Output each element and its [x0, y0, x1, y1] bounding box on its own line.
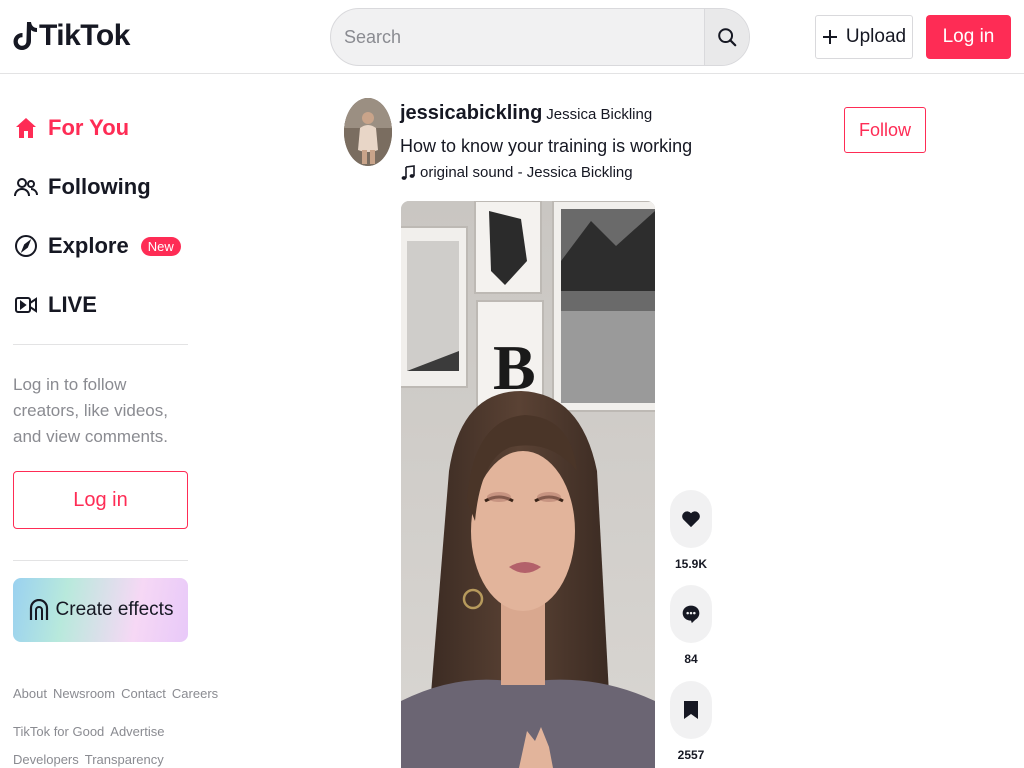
sound-label: original sound - Jessica Bickling	[420, 164, 633, 181]
tiktok-note-icon	[13, 22, 37, 50]
search-bar	[330, 8, 750, 66]
top-bar: TikTok Upload Log in	[0, 0, 1024, 74]
search-input[interactable]	[331, 9, 704, 65]
users-icon	[14, 175, 38, 199]
creator-name-row: jessicabickling Jessica Bickling	[400, 102, 652, 125]
footer-link[interactable]: TikTok for Good	[13, 724, 104, 739]
like-button[interactable]	[670, 490, 712, 548]
compass-icon	[14, 234, 38, 258]
nav-live[interactable]: LIVE	[14, 287, 97, 323]
tiktok-logo[interactable]: TikTok	[13, 16, 130, 56]
sidebar-divider	[13, 560, 188, 561]
sound-link[interactable]: original sound - Jessica Bickling	[401, 164, 633, 181]
footer-link[interactable]: Developers	[13, 752, 79, 767]
comment-button[interactable]	[670, 585, 712, 643]
save-button[interactable]	[670, 681, 712, 739]
creator-avatar[interactable]	[344, 98, 392, 166]
nav-explore-label: Explore	[48, 233, 129, 258]
comment-action: 84	[670, 585, 712, 666]
effects-icon	[29, 599, 48, 620]
new-badge: New	[140, 236, 181, 256]
search-button[interactable]	[705, 9, 749, 65]
follow-button[interactable]: Follow	[844, 107, 926, 153]
video-caption: How to know your training is working	[400, 136, 693, 156]
footer-links-row: Developers Transparency	[13, 752, 203, 767]
creator-nickname[interactable]: Jessica Bickling	[546, 106, 652, 123]
save-count: 2557	[677, 748, 705, 762]
sidebar-divider	[13, 344, 188, 345]
create-effects-button[interactable]: Create effects	[13, 578, 188, 642]
nav-for-you-label: For You	[48, 115, 130, 140]
video-frame: B	[401, 201, 655, 768]
footer-link[interactable]: Careers	[172, 686, 218, 701]
footer-link[interactable]: Advertise	[110, 724, 164, 739]
like-action: 15.9K	[670, 490, 712, 571]
heart-icon	[682, 511, 700, 528]
upload-label: Upload	[845, 26, 907, 47]
search-icon	[718, 28, 737, 47]
nav-live-label: LIVE	[48, 292, 97, 317]
login-hint: Log in to follow creators, like videos, …	[13, 375, 168, 446]
footer-link[interactable]: Contact	[121, 686, 166, 701]
save-action: 2557	[670, 681, 712, 762]
upload-button[interactable]: Upload	[815, 15, 913, 59]
plus-icon	[822, 30, 837, 44]
music-note-icon	[401, 164, 415, 180]
comment-icon	[682, 605, 700, 624]
footer-links-row: TikTok for Good Advertise	[13, 724, 203, 739]
home-icon	[14, 116, 38, 140]
bookmark-icon	[684, 701, 698, 719]
footer-link[interactable]: About	[13, 686, 47, 701]
create-effects-label: Create effects	[55, 599, 174, 620]
nav-explore[interactable]: Explore New	[14, 228, 181, 264]
footer-link[interactable]: Newsroom	[53, 686, 115, 701]
video-player[interactable]: B	[401, 201, 655, 768]
login-button[interactable]: Log in	[926, 15, 1011, 59]
nav-for-you[interactable]: For You	[14, 110, 129, 146]
comment-count: 84	[684, 652, 698, 666]
footer-link[interactable]: Transparency	[85, 752, 164, 767]
like-count: 15.9K	[674, 557, 708, 571]
sidebar-login-button[interactable]: Log in	[13, 471, 188, 529]
live-video-icon	[14, 293, 38, 317]
creator-username[interactable]: jessicabickling	[400, 102, 542, 125]
footer-links-row: About Newsroom Contact Careers	[13, 686, 218, 701]
nav-following[interactable]: Following	[14, 169, 151, 205]
nav-following-label: Following	[48, 174, 151, 199]
sidebar: For You Following Explore New LIVE Log i…	[0, 74, 218, 768]
logo-text: TikTok	[39, 19, 130, 52]
